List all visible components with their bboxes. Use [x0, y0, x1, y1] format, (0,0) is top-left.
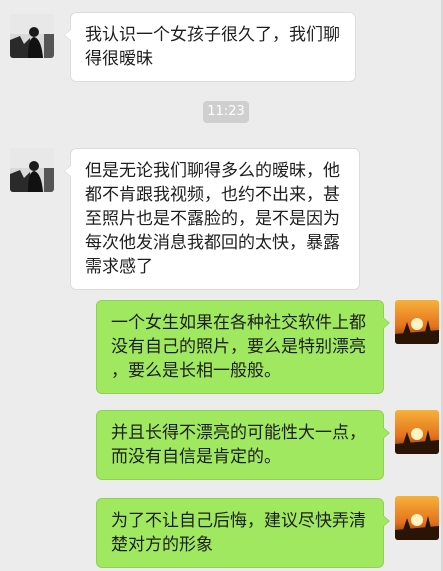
my-avatar[interactable] — [395, 300, 439, 344]
timestamp: 11:23 — [203, 101, 249, 123]
message-line: ，要么是长相一般般。 — [111, 361, 281, 381]
message-line: 楚对方的形象 — [111, 535, 213, 555]
sunset-silhouette-avatar-icon — [395, 410, 439, 454]
my-avatar[interactable] — [395, 496, 439, 540]
my-avatar[interactable] — [395, 410, 439, 454]
message-line: 但是无论我们聊得多么的暧昧，他 — [85, 161, 340, 181]
message-line: 都不肯跟我视频，也约不出来，甚 — [85, 185, 340, 205]
message-bubble[interactable]: 我认识一个女孩子很久了，我们聊 得很暧昧 — [64, 12, 356, 82]
contact-avatar[interactable] — [10, 148, 54, 192]
contact-avatar[interactable] — [10, 14, 54, 58]
message-line: 为了不让自己后悔，建议尽快弄清 — [111, 511, 366, 531]
message-line: 我认识一个女孩子很久了，我们聊 — [85, 25, 340, 45]
message-line: 一个女生如果在各种社交软件上都 — [111, 313, 366, 333]
message-bubble[interactable]: 为了不让自己后悔，建议尽快弄清 楚对方的形象 — [96, 498, 390, 568]
message-line: 需求感了 — [85, 257, 153, 277]
dark-silhouette-avatar-icon — [10, 14, 54, 58]
message-bubble[interactable]: 一个女生如果在各种社交软件上都 没有自己的照片，要么是特别漂亮 ，要么是长相一般… — [96, 300, 390, 394]
message-line: 并且长得不漂亮的可能性大一点， — [111, 423, 366, 443]
message-line: 每次他发消息我都回的太快，暴露 — [85, 233, 340, 253]
message-line: 而没有自信是肯定的。 — [111, 447, 281, 467]
message-bubble[interactable]: 并且长得不漂亮的可能性大一点， 而没有自信是肯定的。 — [96, 410, 390, 480]
dark-silhouette-avatar-icon — [10, 148, 54, 192]
sunset-silhouette-avatar-icon — [395, 496, 439, 540]
message-line: 没有自己的照片，要么是特别漂亮 — [111, 337, 366, 357]
message-line: 至照片也是不露脸的，是不是因为 — [85, 209, 340, 229]
message-line: 得很暧昧 — [85, 49, 153, 69]
sunset-silhouette-avatar-icon — [395, 300, 439, 344]
message-bubble[interactable]: 但是无论我们聊得多么的暧昧，他 都不肯跟我视频，也约不出来，甚 至照片也是不露脸… — [64, 148, 360, 290]
